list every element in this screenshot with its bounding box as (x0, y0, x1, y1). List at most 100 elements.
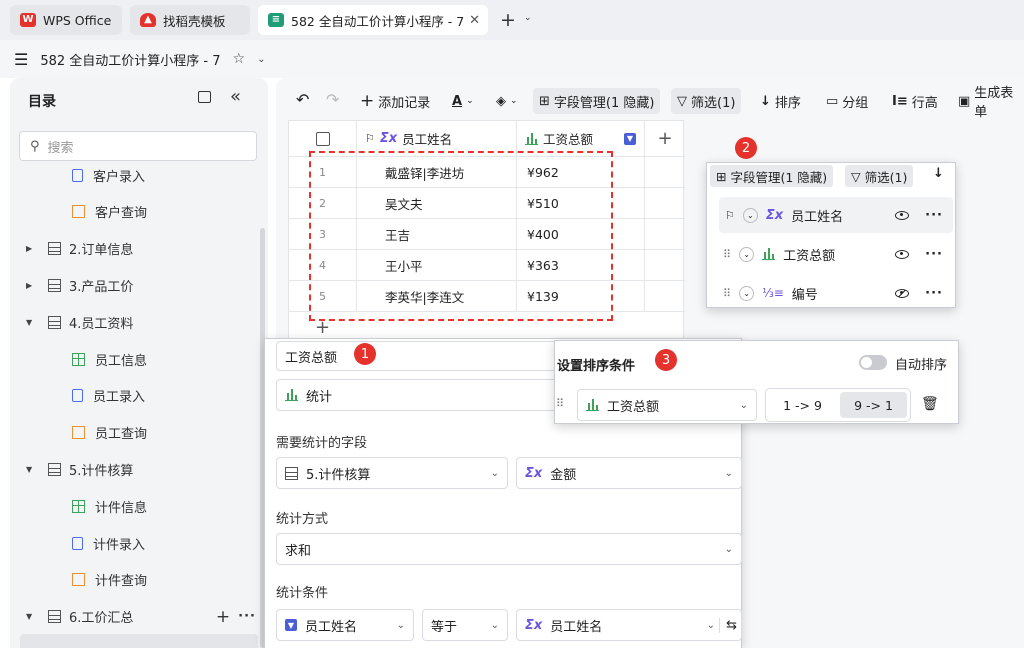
collapse-panel-icon[interactable] (198, 91, 211, 103)
sidebar-item[interactable]: 计件信息 (10, 488, 258, 524)
column-header-name[interactable]: ⚐ Σx 员工姓名 (357, 121, 517, 157)
tab-wps-office[interactable]: W WPS Office (10, 5, 122, 35)
sidebar-item[interactable]: 员工查询 (10, 415, 258, 451)
fill-color-button[interactable]: ◈ ⌄ (490, 88, 524, 114)
trash-icon[interactable]: 🗑 (921, 396, 939, 412)
more-icon[interactable]: ··· (925, 247, 943, 262)
more-icon[interactable]: ··· (925, 286, 943, 301)
tab-template[interactable]: ▲ 找稻壳模板 (130, 5, 250, 35)
sort-descending-option[interactable]: 9 -> 1 (840, 392, 907, 418)
add-record-button[interactable]: + 添加记录 (354, 88, 436, 114)
sidebar-item[interactable]: 计件录入 (10, 525, 258, 561)
stat-method-select[interactable]: 求和 ⌄ (276, 533, 742, 565)
name-cell[interactable]: 戴盛铎|李进坊 (357, 157, 517, 188)
chevron-down-icon[interactable]: ⌄ (739, 285, 755, 301)
filter-button[interactable]: ▽ 筛选(1) (671, 88, 742, 114)
name-cell[interactable]: 吴文夫 (357, 188, 517, 219)
sidebar-item-selected[interactable] (20, 634, 258, 648)
sidebar-item[interactable]: ▼ 4.员工资料 (10, 304, 258, 340)
star-icon[interactable]: ☆ (233, 51, 246, 67)
table-icon (285, 466, 298, 480)
swap-icon[interactable]: ⇆ (719, 617, 737, 633)
field-row[interactable]: ⠿ ⌄ 工资总额 ··· (719, 236, 953, 272)
chevron-down-icon[interactable]: ⌄ (739, 246, 755, 262)
menu-icon[interactable]: ☰ (14, 50, 28, 69)
collapse-sidebar-icon[interactable]: « (230, 86, 241, 107)
tab-current-doc[interactable]: ≡ 582 全自动工价计算小程序 - 7 ✕ (258, 5, 488, 35)
select-all-checkbox[interactable] (315, 131, 330, 146)
total-cell[interactable]: ¥962 (517, 157, 645, 188)
total-cell[interactable]: ¥510 (517, 188, 645, 219)
chevron-down-icon[interactable]: ⌄ (742, 207, 758, 223)
add-row-plus-icon[interactable]: + (315, 317, 330, 338)
new-tab-plus-icon[interactable]: + (500, 9, 516, 31)
name-cell[interactable]: 王吉 (357, 219, 517, 250)
visible-eye-icon[interactable] (895, 249, 910, 259)
expanded-triangle-icon[interactable]: ▼ (26, 318, 40, 327)
condition-operator-select[interactable]: 等于 ⌄ (422, 609, 508, 641)
sidebar-item[interactable]: ▶ 2.订单信息 (10, 231, 258, 267)
field-type-select[interactable]: 统计 (276, 379, 566, 411)
sidebar-item[interactable]: ▼ 6.工价汇总 + ··· (10, 599, 258, 635)
redo-icon[interactable]: ↷ (326, 90, 339, 109)
column-header-total[interactable]: 工资总额 ▼ (517, 121, 645, 157)
sidebar-item[interactable]: 员工录入 (10, 378, 258, 414)
row-number-cell[interactable]: 4 (289, 250, 357, 281)
condition-value-select[interactable]: Σx 员工姓名 ⌄ ⇆ (516, 609, 742, 641)
stat-condition-label: 统计条件 (276, 586, 329, 601)
sidebar-item[interactable]: ▼ 5.计件核算 (10, 451, 258, 487)
sort-icon[interactable]: ↓ (933, 166, 944, 181)
doc-menu-chevron-icon[interactable]: ⌄ (257, 54, 265, 65)
drag-handle-icon[interactable]: ⠿ (556, 397, 564, 410)
close-tab-icon[interactable]: ✕ (469, 13, 480, 28)
row-number-cell[interactable]: 5 (289, 281, 357, 312)
drag-handle-icon[interactable]: ⠿ (723, 287, 731, 300)
row-number-cell[interactable]: 1 (289, 157, 357, 188)
select-all-cell[interactable] (289, 121, 357, 157)
sidebar-item[interactable]: 员工信息 (10, 341, 258, 377)
sidebar-item[interactable]: ▶ 3.产品工价 (10, 267, 258, 303)
group-button[interactable]: ▭ 分组 (820, 88, 874, 114)
sort-field-select[interactable]: 工资总额 ⌄ (577, 389, 757, 421)
add-column-button[interactable]: + (645, 121, 685, 157)
field-row[interactable]: ⠿ ⌄ ⅓≡ 编号 ··· (719, 275, 953, 307)
popup-field-management-button[interactable]: ⊞ 字段管理(1 隐藏) (710, 165, 834, 187)
text-color-button[interactable]: A ⌄ (446, 88, 480, 114)
condition-field-select[interactable]: ▼ 员工姓名 ⌄ (276, 609, 414, 641)
tab-list-chevron-icon[interactable]: ⌄ (524, 13, 532, 23)
name-cell[interactable]: 王小平 (357, 250, 517, 281)
stat-column-select[interactable]: Σx 金额 ⌄ (516, 457, 742, 489)
field-management-button[interactable]: ⊞ 字段管理(1 隐藏) (533, 88, 661, 114)
more-icon[interactable]: ··· (925, 208, 943, 223)
row-height-button[interactable]: I≡ 行高 (886, 88, 944, 114)
total-cell[interactable]: ¥139 (517, 281, 645, 312)
hidden-eye-icon[interactable] (895, 288, 910, 298)
drag-handle-icon[interactable]: ⠿ (723, 248, 731, 261)
expanded-triangle-icon[interactable]: ▼ (26, 612, 40, 621)
name-cell[interactable]: 李英华|李连文 (357, 281, 517, 312)
column-filter-active-icon[interactable]: ▼ (624, 132, 636, 145)
sort-ascending-option[interactable]: 1 -> 9 (769, 392, 836, 418)
sidebar-item[interactable]: 客户录入 (10, 157, 258, 193)
visible-eye-icon[interactable] (895, 210, 910, 220)
popup-filter-button[interactable]: ▽ 筛选(1) (845, 165, 914, 187)
row-number-cell[interactable]: 2 (289, 188, 357, 219)
collapsed-triangle-icon[interactable]: ▶ (26, 281, 40, 290)
generate-form-button[interactable]: ▣ 生成表单 (952, 86, 1024, 120)
row-number-cell[interactable]: 3 (289, 219, 357, 250)
add-item-plus-icon[interactable]: + (216, 607, 230, 627)
document-title[interactable]: 582 全自动工价计算小程序 - 7 (40, 50, 220, 69)
auto-sort-toggle[interactable] (859, 355, 887, 370)
collapsed-triangle-icon[interactable]: ▶ (26, 244, 40, 253)
stat-table-select[interactable]: 5.计件核算 ⌄ (276, 457, 508, 489)
sidebar-item[interactable]: 计件查询 (10, 562, 258, 598)
total-cell[interactable]: ¥363 (517, 250, 645, 281)
sidebar-item[interactable]: 客户查询 (10, 194, 258, 230)
sort-button[interactable]: ↓ 排序 (754, 88, 807, 114)
field-row[interactable]: ⚐ ⌄ Σx 员工姓名 ··· (719, 197, 953, 233)
expanded-triangle-icon[interactable]: ▼ (26, 465, 40, 474)
total-cell[interactable]: ¥400 (517, 219, 645, 250)
field-name-input[interactable]: 工资总额 (276, 341, 566, 371)
more-icon[interactable]: ··· (238, 609, 256, 624)
undo-icon[interactable]: ↶ (296, 90, 309, 109)
